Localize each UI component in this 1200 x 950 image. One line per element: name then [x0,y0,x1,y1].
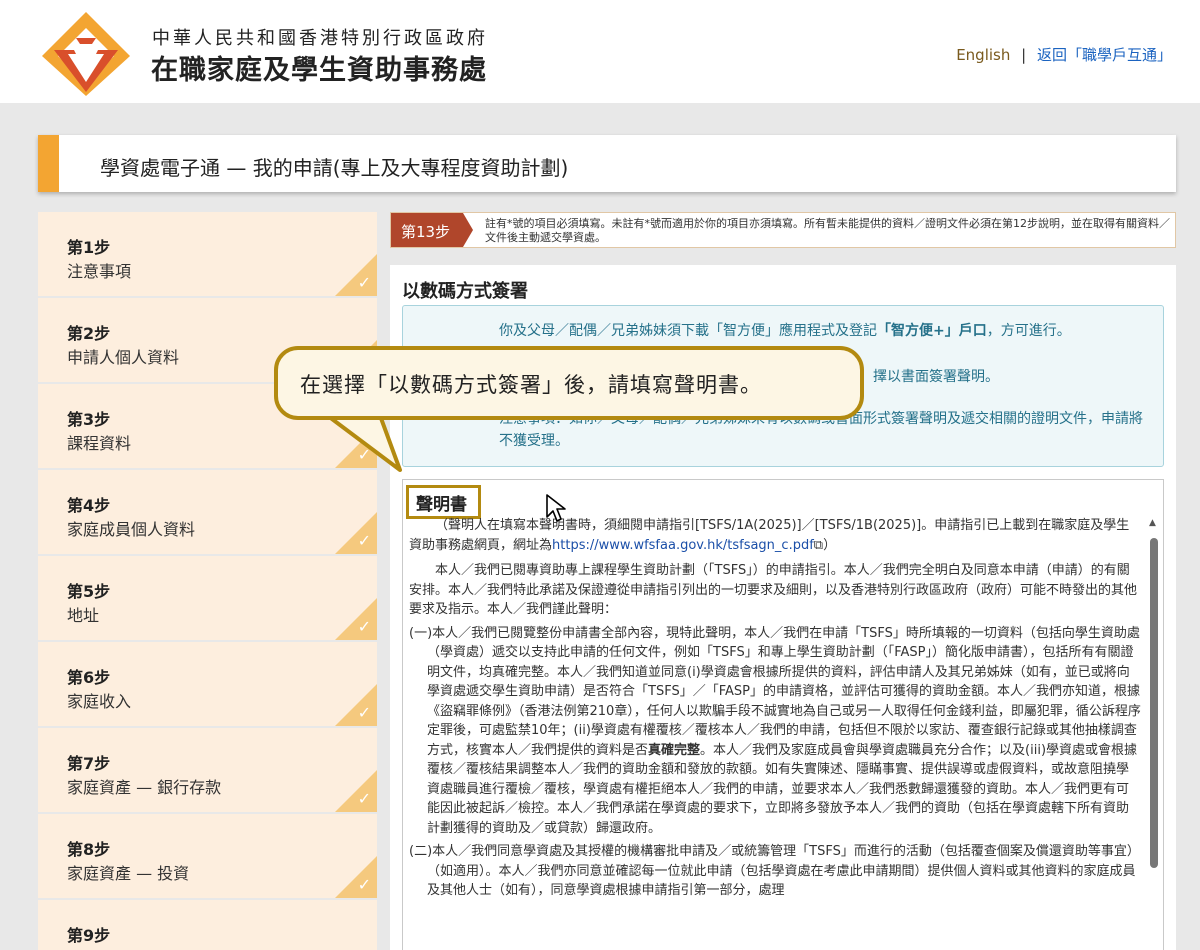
sidebar-step-8[interactable]: 第8步 家庭資產 — 投資 ✓ [38,814,377,898]
org-subtitle: 中華人民共和國香港特別行政區政府 [152,28,488,49]
step-number: 第3步 [67,410,111,429]
sidebar-step-1[interactable]: 第1步 注意事項 ✓ [38,212,377,296]
declaration-body: （聲明人在填寫本聲明書時，須細閱申請指引[TSFS/1A(2025)]／[TSF… [409,516,1141,901]
declaration-item-2: (二)本人／我們同意學資處及其授權的機構審批申請及／或統籌管理「TSFS」而進行… [409,844,1140,898]
step-label: 課程資料 [67,434,132,453]
english-link[interactable]: English [956,46,1010,64]
step-label: 家庭資產 — 投資 [67,864,190,883]
wfsfaa-logo-icon[interactable] [40,10,132,96]
step-note-text: 註有*號的項目必須填寫。未註有*號而適用於你的項目亦須填寫。所有暫未能提供的資料… [485,217,1170,244]
org-title: 在職家庭及學生資助事務處 [151,55,487,86]
sidebar-step-7[interactable]: 第7步 家庭資產 — 銀行存款 ✓ [38,728,377,812]
step-number: 第7步 [67,754,111,773]
sidebar-step-5[interactable]: 第5步 地址 ✓ [38,556,377,640]
declaration-para-1: 本人／我們已閱專資助專上課程學生資助計劃（「TSFS」）的申請指引。本人／我們完… [409,563,1138,617]
title-accent [38,135,59,192]
check-icon: ✓ [357,531,371,550]
check-icon: ✓ [357,617,371,636]
step-number: 第8步 [67,840,111,859]
top-links: English | 返回「職學戶互通」 [956,44,1172,65]
check-icon: ✓ [357,875,371,894]
step-sidebar: 第1步 注意事項 ✓ 第2步 申請人個人資料 ✓ 第3步 課程資料 ✓ 第4步 … [38,212,377,950]
sidebar-step-4[interactable]: 第4步 家庭成員個人資料 ✓ [38,470,377,554]
step-label: 注意事項 [67,262,132,281]
page-title-bar: 學資處電子通 — 我的申請(專上及大專程度資助計劃) [38,135,1176,192]
step-number: 第6步 [67,668,111,687]
step-note: 第13步 註有*號的項目必須填寫。未註有*號而適用於你的項目亦須填寫。所有暫未能… [390,212,1176,248]
page-title: 學資處電子通 — 我的申請(專上及大專程度資助計劃) [100,156,569,180]
item-bold: 真確完整 [648,742,701,758]
info-line-2: 擇以書面簽署聲明。 [873,369,999,385]
step-number: 第1步 [67,238,111,257]
step-number: 第5步 [67,582,111,601]
step-label: 家庭收入 [67,692,132,711]
sidebar-step-6[interactable]: 第6步 家庭收入 ✓ [38,642,377,726]
declaration-item-1: (一)本人／我們已閱覽整份申請書全部內容，現特此聲明，本人／我們在申請「TSFS… [409,624,1141,839]
callout-text: 在選擇「以數碼方式簽署」後，請填寫聲明書。 [300,373,762,397]
declaration-title: 聲明書 [406,485,481,519]
sidebar-step-9[interactable]: 第9步 [38,900,377,950]
guide-link[interactable]: https://www.wfsfaa.gov.hk/tsfsagn_c.pdf [552,538,814,553]
external-link-icon: ⧉ [813,537,824,553]
check-icon: ✓ [357,273,371,292]
step-number: 第9步 [67,926,111,945]
step-label: 申請人個人資料 [67,348,180,367]
scroll-thumb[interactable] [1150,538,1158,868]
check-icon: ✓ [357,789,371,808]
step-label: 家庭資產 — 銀行存款 [67,778,222,797]
check-icon: ✓ [357,703,371,722]
scroll-up-icon[interactable]: ▲ [1149,518,1156,528]
declaration-scrollbar[interactable]: ▲ [1147,518,1161,948]
item-text: (一)本人／我們已閱覽整份申請書全部內容，現特此聲明，本人／我們在申請「TSFS… [409,625,1141,758]
info-bold: 「智方便+」戶口 [877,323,987,339]
link-separator: | [1021,46,1027,64]
tutorial-callout: 在選擇「以數碼方式簽署」後，請填寫聲明書。 [274,346,864,420]
step-badge: 第13步 [391,213,473,247]
intro-close: ） [823,537,837,553]
back-link[interactable]: 返回「職學戶互通」 [1037,46,1172,64]
info-line-1: 你及父母／配偶／兄弟姊妹須下載「智方便」應用程式及登記「智方便+」戶口，方可進行… [499,320,1149,342]
step-number: 第4步 [67,496,111,515]
info-text: 你及父母／配偶／兄弟姊妹須下載「智方便」應用程式及登記 [499,323,877,339]
declaration-box[interactable]: 聲明書 （聲明人在填寫本聲明書時，須細閱申請指引[TSFS/1A(2025)]／… [402,479,1164,950]
mouse-cursor-icon [546,494,566,522]
site-header: 中華人民共和國香港特別行政區政府 在職家庭及學生資助事務處 English | … [0,0,1200,103]
section-title: 以數碼方式簽署 [402,281,528,302]
declaration-intro: （聲明人在填寫本聲明書時，須細閱申請指引[TSFS/1A(2025)]／[TSF… [409,516,1141,555]
step-number: 第2步 [67,324,111,343]
step-label: 家庭成員個人資料 [67,520,196,539]
step-label: 地址 [67,606,100,625]
info-text: ，方可進行。 [986,323,1071,339]
